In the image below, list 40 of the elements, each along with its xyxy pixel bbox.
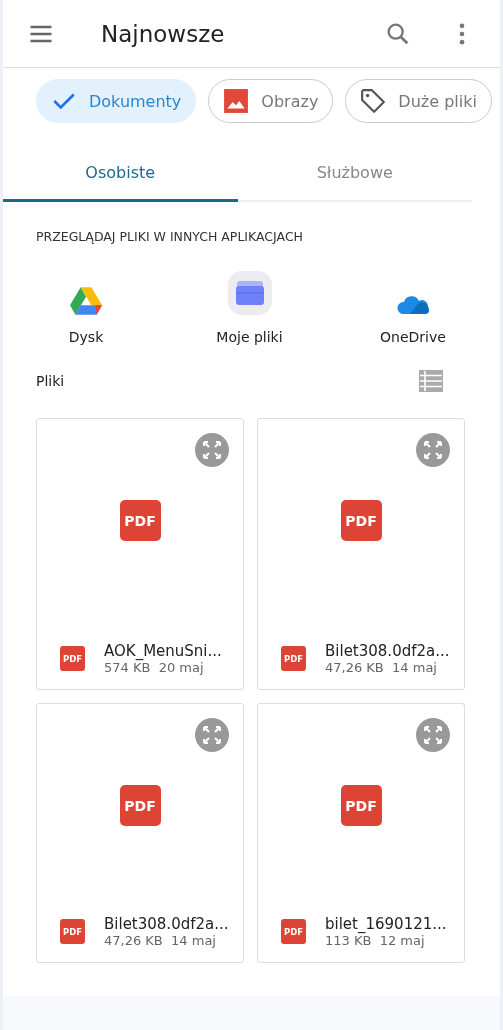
image-icon	[223, 88, 250, 114]
file-name: Bilet308.0df2a...	[325, 642, 450, 660]
list-view-icon[interactable]	[419, 370, 443, 392]
tab[interactable]: Osobiste	[3, 145, 238, 202]
pdf-icon: PDF	[281, 646, 306, 671]
file-card[interactable]: PDF PDF bilet_1690121... 113 KB 12 maj	[257, 703, 465, 963]
pdf-icon: PDF	[60, 646, 85, 671]
filter-chip[interactable]: Duże pliki	[345, 79, 492, 123]
pdf-icon: PDF	[119, 785, 161, 826]
file-name: bilet_1690121...	[325, 915, 447, 933]
file-name: AOK_MenuSni...	[104, 642, 222, 660]
file-details: 47,26 KB 14 maj	[104, 933, 217, 948]
cloud-icon	[397, 293, 429, 315]
file-details: 113 KB 12 maj	[325, 933, 426, 948]
file-name: Bilet308.0df2a...	[104, 915, 229, 933]
file-details: 47,26 KB 14 maj	[325, 660, 438, 675]
app-shortcut[interactable]: Moje pliki	[184, 266, 315, 346]
tag-icon	[360, 88, 387, 114]
expand-icon[interactable]	[416, 433, 450, 467]
file-details: 574 KB 20 maj	[104, 660, 205, 675]
page-title: Najnowsze	[101, 20, 226, 47]
file-card[interactable]: PDF PDF Bilet308.0df2a... 47,26 KB 14 maj	[257, 418, 465, 690]
tab[interactable]: Służbowe	[237, 145, 472, 202]
pdf-icon: PDF	[119, 500, 161, 541]
pdf-icon: PDF	[281, 919, 306, 944]
file-card[interactable]: PDF PDF AOK_MenuSni... 574 KB 20 maj	[36, 418, 244, 690]
file-card[interactable]: PDF PDF Bilet308.0df2a... 47,26 KB 14 maj	[36, 703, 244, 963]
app-shortcut[interactable]: Dysk	[21, 266, 151, 346]
drive-icon	[70, 287, 102, 315]
expand-icon[interactable]	[416, 718, 450, 752]
app-shortcut[interactable]: OneDrive	[348, 266, 478, 346]
section-heading: Pliki	[36, 373, 65, 389]
section-heading: PRZEGLĄDAJ PLIKI W INNYCH APLIKACJACH	[36, 229, 305, 244]
expand-icon[interactable]	[195, 433, 229, 467]
folder-icon	[227, 271, 272, 315]
pdf-icon: PDF	[60, 919, 85, 944]
pdf-icon: PDF	[340, 500, 382, 541]
expand-icon[interactable]	[195, 718, 229, 752]
pdf-icon: PDF	[340, 785, 382, 826]
filter-chip[interactable]: Obrazy	[208, 79, 334, 123]
